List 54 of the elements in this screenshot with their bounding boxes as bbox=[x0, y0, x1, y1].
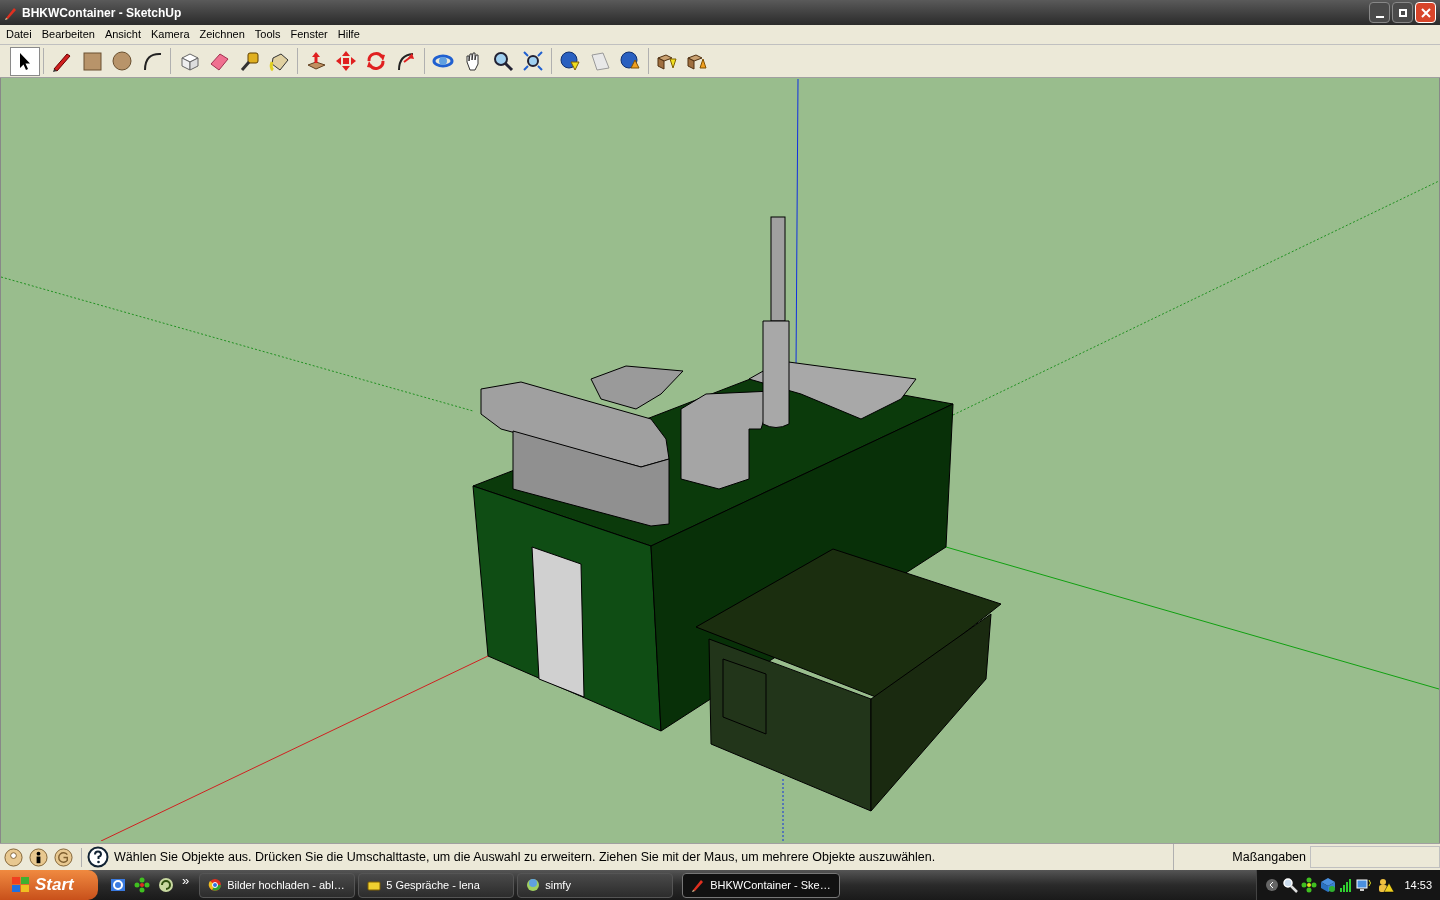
browser-icon[interactable] bbox=[110, 877, 126, 893]
restore-button[interactable] bbox=[1392, 2, 1413, 23]
viewport[interactable] bbox=[1, 78, 1439, 841]
refresh-icon[interactable] bbox=[158, 877, 174, 893]
taskbar-button[interactable]: simfy bbox=[517, 872, 674, 898]
clock: 14:53 bbox=[1404, 877, 1432, 893]
measurements-field[interactable] bbox=[1310, 846, 1440, 868]
menu-item[interactable]: Bearbeiten bbox=[36, 25, 100, 44]
menu-item[interactable]: Datei bbox=[1, 25, 37, 44]
arc-icon bbox=[141, 50, 163, 72]
sketchup-icon bbox=[691, 878, 706, 892]
chevron-left-icon[interactable] bbox=[1265, 878, 1280, 892]
signal-bars-icon[interactable] bbox=[1339, 878, 1354, 892]
menu-item[interactable]: Tools bbox=[249, 25, 286, 44]
menu-item[interactable]: Hilfe bbox=[332, 25, 365, 44]
menu-item[interactable]: Kamera bbox=[146, 25, 195, 44]
window-title: BHKWContainer - SketchUp bbox=[22, 4, 182, 22]
tool-button[interactable] bbox=[10, 46, 40, 76]
taskbar-button[interactable]: BHKWContainer - Ske… bbox=[682, 872, 841, 898]
magnifier-icon bbox=[492, 50, 514, 72]
box-icon[interactable] bbox=[1320, 877, 1337, 893]
taskbar-button[interactable]: Bilder hochladen - abl… bbox=[199, 872, 356, 898]
flower-icon[interactable] bbox=[1301, 877, 1318, 893]
globe-download-icon bbox=[559, 50, 581, 72]
help-icon[interactable] bbox=[87, 846, 109, 868]
geo-location-icon[interactable] bbox=[4, 847, 23, 867]
rectangle-icon bbox=[81, 50, 103, 72]
close-button[interactable] bbox=[1415, 2, 1436, 23]
tape-measure-icon bbox=[238, 50, 260, 72]
pencil-icon bbox=[4, 5, 18, 20]
flower-icon[interactable] bbox=[134, 877, 150, 893]
more-chevron[interactable]: » bbox=[182, 871, 190, 891]
globe-upload-icon bbox=[619, 50, 641, 72]
credits-icon[interactable] bbox=[54, 847, 73, 867]
taskbar-button[interactable]: 5 Gespräche - lena bbox=[358, 872, 515, 898]
sheet-icon bbox=[589, 50, 611, 72]
move-arrows-icon bbox=[335, 50, 357, 72]
minimize-button[interactable] bbox=[1369, 2, 1390, 23]
status-message: Wählen Sie Objekte aus. Drücken Sie die Umschalttaste, um die Auswahl zu erweitern. Ziehen Sie mit der Maus, um mehrere Objekte auszuwählen. bbox=[114, 848, 936, 866]
rotate-arrows-icon bbox=[365, 50, 387, 72]
menu-item[interactable]: Zeichnen bbox=[194, 25, 250, 44]
search-icon[interactable] bbox=[1282, 877, 1299, 893]
users-warning-icon[interactable] bbox=[1377, 877, 1396, 893]
browser-icon bbox=[208, 878, 223, 892]
zoom-extents-icon bbox=[522, 50, 544, 72]
menu-item[interactable]: Fenster bbox=[285, 25, 333, 44]
menu-item[interactable]: Ansicht bbox=[99, 25, 146, 44]
close-icon bbox=[1420, 7, 1431, 18]
windows-logo-icon bbox=[12, 877, 30, 893]
axis-line bbox=[782, 778, 784, 841]
curved-arrow-icon bbox=[395, 50, 417, 72]
push-pull-icon bbox=[305, 50, 327, 72]
circle-icon bbox=[111, 50, 133, 72]
person-icon[interactable] bbox=[29, 847, 48, 867]
